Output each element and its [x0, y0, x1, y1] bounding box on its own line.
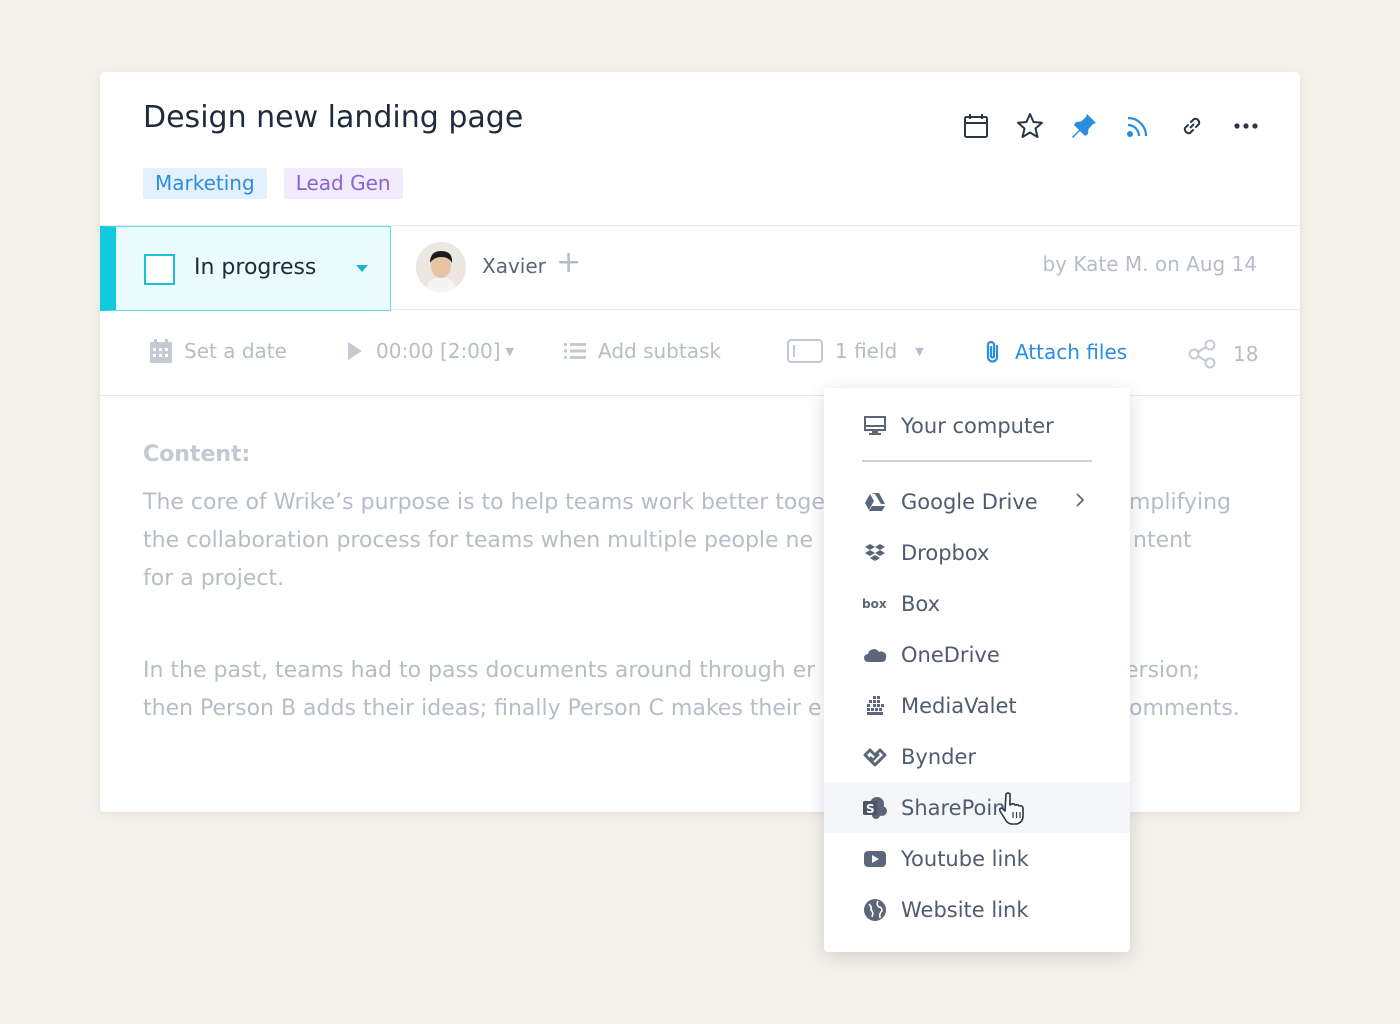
box-icon: box	[862, 591, 888, 617]
menu-item-label: OneDrive	[901, 642, 1000, 667]
google-drive-icon	[862, 489, 888, 515]
task-title[interactable]: Design new landing page	[143, 100, 523, 135]
more-icon[interactable]	[1232, 112, 1260, 140]
attach-files-menu: Your computer Google Drive Dropbox box B…	[824, 388, 1130, 952]
content-text: mplifying	[1129, 490, 1232, 515]
tag-lead-gen[interactable]: Lead Gen	[283, 168, 403, 199]
timer-button[interactable]: 00:00 [2:00] ▼	[346, 339, 514, 363]
onedrive-icon	[862, 642, 888, 668]
chevron-down-icon[interactable]	[356, 265, 368, 272]
status-checkbox[interactable]	[144, 254, 175, 285]
add-subtask-label: Add subtask	[598, 339, 721, 363]
author-byline: by Kate M. on Aug 14	[1042, 252, 1257, 276]
field-icon	[787, 339, 823, 363]
content-text: then Person B adds their ideas; finally …	[143, 696, 822, 721]
add-assignee-icon[interactable]: +	[556, 248, 581, 278]
status-row: In progress Xavier + by Kate M. on Aug 1…	[100, 225, 1300, 311]
tag-list: Marketing Lead Gen	[143, 168, 403, 199]
menu-item-onedrive[interactable]: OneDrive	[824, 629, 1130, 680]
menu-item-label: Youtube link	[901, 846, 1029, 871]
chevron-down-icon: ▼	[915, 344, 924, 358]
computer-icon	[862, 413, 888, 439]
share-count: 18	[1233, 342, 1259, 366]
svg-text:box: box	[862, 597, 887, 611]
custom-field-button[interactable]: 1 field ▼	[787, 339, 924, 363]
attach-files-button[interactable]: Attach files	[983, 339, 1127, 365]
menu-item-label: Google Drive	[901, 489, 1038, 514]
menu-item-label: Your computer	[901, 413, 1054, 438]
menu-item-dropbox[interactable]: Dropbox	[824, 527, 1130, 578]
menu-item-label: SharePoint	[901, 795, 1014, 820]
field-label: 1 field	[835, 339, 898, 363]
menu-item-website-link[interactable]: Website link	[824, 884, 1130, 935]
content-text: ersion;	[1125, 658, 1200, 683]
menu-item-label: Website link	[901, 897, 1029, 922]
share-button[interactable]: 18	[1187, 339, 1258, 369]
menu-item-label: MediaValet	[901, 693, 1017, 718]
star-icon[interactable]	[1016, 112, 1044, 140]
tag-marketing[interactable]: Marketing	[143, 168, 267, 199]
youtube-icon	[862, 846, 888, 872]
calendar-icon[interactable]	[962, 112, 990, 140]
chevron-down-icon: ▼	[505, 344, 514, 358]
set-date-button[interactable]: Set a date	[150, 339, 287, 363]
paperclip-icon	[983, 339, 1003, 365]
menu-item-bynder[interactable]: Bynder	[824, 731, 1130, 782]
menu-item-box[interactable]: box Box	[824, 578, 1130, 629]
menu-item-google-drive[interactable]: Google Drive	[824, 476, 1130, 527]
task-toolbar: Set a date 00:00 [2:00] ▼ Add subtask 1 …	[100, 310, 1300, 396]
timer-label: 00:00 [2:00]	[376, 339, 501, 363]
globe-icon	[862, 897, 888, 923]
chevron-right-icon	[1074, 490, 1086, 515]
set-date-label: Set a date	[184, 339, 287, 363]
status-label: In progress	[194, 255, 317, 280]
mediavalet-icon	[862, 693, 888, 719]
sharepoint-icon: S	[862, 795, 888, 821]
header-actions	[962, 112, 1260, 140]
pin-icon[interactable]	[1070, 112, 1098, 140]
share-icon	[1187, 339, 1217, 369]
add-subtask-button[interactable]: Add subtask	[564, 339, 721, 363]
rss-icon[interactable]	[1124, 112, 1152, 140]
content-label: Content:	[143, 442, 251, 467]
status-selector[interactable]: In progress	[100, 226, 391, 311]
calendar-icon	[150, 339, 172, 363]
menu-item-mediavalet[interactable]: MediaValet	[824, 680, 1130, 731]
content-text: The core of Wrike’s purpose is to help t…	[143, 490, 825, 515]
menu-item-label: Dropbox	[901, 540, 990, 565]
menu-item-sharepoint[interactable]: S SharePoint	[824, 782, 1130, 833]
menu-item-your-computer[interactable]: Your computer	[824, 400, 1130, 451]
bynder-icon	[862, 744, 888, 770]
menu-item-label: Box	[901, 591, 941, 616]
link-icon[interactable]	[1178, 112, 1206, 140]
content-text: In the past, teams had to pass documents…	[143, 658, 816, 683]
avatar[interactable]	[416, 242, 466, 292]
content-text: omments.	[1129, 696, 1240, 721]
menu-item-label: Bynder	[901, 744, 977, 769]
attach-files-label: Attach files	[1015, 340, 1128, 364]
menu-divider	[862, 460, 1092, 462]
hand-cursor-icon	[998, 792, 1026, 830]
assignee-name[interactable]: Xavier	[482, 254, 546, 278]
play-icon	[346, 341, 364, 361]
content-text: ntent	[1133, 528, 1192, 553]
list-icon	[564, 342, 586, 360]
svg-text:S: S	[866, 802, 875, 816]
menu-item-youtube-link[interactable]: Youtube link	[824, 833, 1130, 884]
dropbox-icon	[862, 540, 888, 566]
content-text: the collaboration process for teams when…	[143, 528, 814, 553]
